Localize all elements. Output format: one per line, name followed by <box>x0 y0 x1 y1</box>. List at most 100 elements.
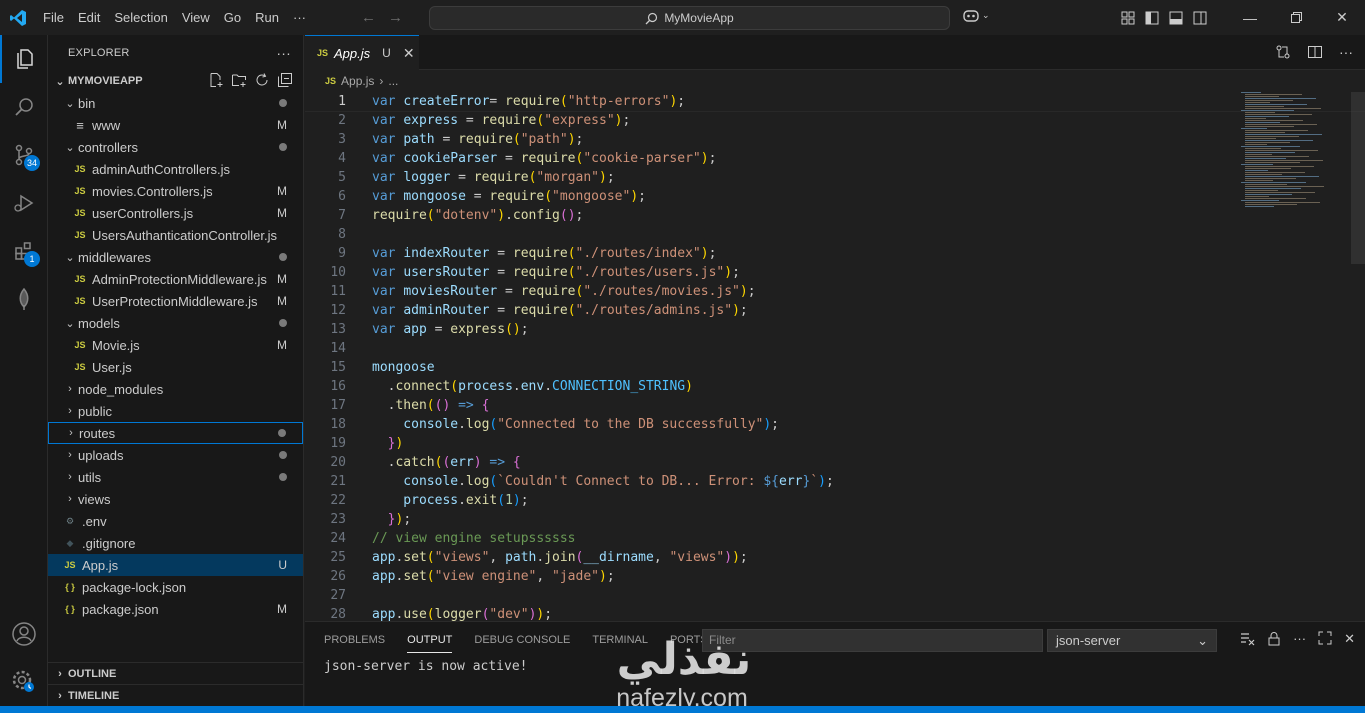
customize-layout-icon[interactable] <box>1121 11 1135 25</box>
close-icon[interactable]: ✕ <box>1344 631 1355 647</box>
code-line: 7 require("dotenv").config(); <box>305 206 1365 225</box>
text-file-icon: ≡ <box>76 117 84 133</box>
restore-button[interactable] <box>1273 0 1319 35</box>
code-editor[interactable]: 1 var createError= require("http-errors")… <box>305 92 1365 621</box>
minimap[interactable] <box>1241 92 1351 212</box>
tree-file[interactable]: JS AdminProtectionMiddleware.js M <box>48 268 303 290</box>
panel-tab[interactable]: PROBLEMS <box>324 634 385 646</box>
tree-file[interactable]: JS UserProtectionMiddleware.js M <box>48 290 303 312</box>
extensions-activity-button[interactable]: 1 <box>0 227 48 275</box>
close-window-button[interactable]: ✕ <box>1319 0 1365 35</box>
menu-item[interactable]: View <box>175 0 217 35</box>
tree-file[interactable]: JS userControllers.js M <box>48 202 303 224</box>
menu-item[interactable]: File <box>36 0 71 35</box>
toggle-primary-sidebar-icon[interactable] <box>1145 11 1159 25</box>
tree-folder[interactable]: › routes <box>48 422 303 444</box>
tree-item-label: .gitignore <box>82 535 136 551</box>
code-text: var express = require("express"); <box>372 113 631 128</box>
panel-tab[interactable]: OUTPUT <box>407 634 453 653</box>
tree-item-label: package-lock.json <box>82 579 187 595</box>
close-icon[interactable]: ✕ <box>403 45 415 62</box>
mongodb-activity-button[interactable] <box>0 275 48 323</box>
tree-file[interactable]: JS User.js <box>48 356 303 378</box>
js-file-icon: JS <box>74 230 86 240</box>
tree-file[interactable]: { } package-lock.json <box>48 576 303 598</box>
forward-arrow-icon[interactable]: → <box>388 9 403 26</box>
tree-file[interactable]: ⚙ .env <box>48 510 303 532</box>
code-text: app.set("view engine", "jade"); <box>372 569 615 584</box>
tree-file[interactable]: JS UsersAuthanticationController.js <box>48 224 303 246</box>
back-arrow-icon[interactable]: ← <box>361 9 376 26</box>
editor-scrollbar[interactable] <box>1351 92 1365 264</box>
tree-folder[interactable]: ⌄ middlewares <box>48 246 303 268</box>
search-icon <box>15 98 33 116</box>
tree-folder[interactable]: ⌄ models <box>48 312 303 334</box>
code-text: }); <box>372 512 412 527</box>
tree-file[interactable]: JS Movie.js M <box>48 334 303 356</box>
new-folder-icon[interactable] <box>231 72 247 88</box>
toggle-panel-icon[interactable] <box>1169 11 1183 25</box>
line-number: 21 <box>330 474 346 489</box>
menu-item[interactable]: Selection <box>107 0 174 35</box>
menu-item[interactable]: Edit <box>71 0 107 35</box>
collapse-all-icon[interactable] <box>277 72 293 88</box>
tree-file[interactable]: { } package.json M <box>48 598 303 620</box>
code-line: 3 var path = require("path"); <box>305 130 1365 149</box>
output-channel-select[interactable]: json-server ⌄ <box>1047 629 1217 652</box>
menu-item[interactable]: Run <box>248 0 286 35</box>
tree-folder[interactable]: ⌄ controllers <box>48 136 303 158</box>
search-activity-button[interactable] <box>0 83 48 131</box>
toggle-secondary-sidebar-icon[interactable] <box>1193 11 1207 25</box>
refresh-icon[interactable] <box>254 72 270 88</box>
tree-folder[interactable]: › public <box>48 400 303 422</box>
tree-file[interactable]: JS adminAuthControllers.js <box>48 158 303 180</box>
panel-tab[interactable]: DEBUG CONSOLE <box>474 634 570 646</box>
code-line: 14 <box>305 339 1365 358</box>
line-number: 14 <box>330 341 346 356</box>
tree-item-label: adminAuthControllers.js <box>92 161 231 177</box>
split-editor-icon[interactable] <box>1307 44 1323 60</box>
code-line: 9 var indexRouter = require("./routes/ind… <box>305 244 1365 263</box>
chevron-down-icon: ⌄ <box>1197 633 1208 648</box>
accounts-activity-button[interactable] <box>0 610 48 658</box>
tab-app-js[interactable]: JS App.js U ✕ <box>305 35 419 70</box>
breadcrumb-file[interactable]: App.js <box>341 74 374 88</box>
tree-item-label: views <box>78 491 111 507</box>
source-control-activity-button[interactable]: 34 <box>0 131 48 179</box>
tree-file[interactable]: ≡ www M <box>48 114 303 136</box>
more-actions-icon[interactable]: ··· <box>1339 44 1353 60</box>
command-center-search[interactable]: MyMovieApp <box>429 6 950 30</box>
copilot-button[interactable]: ⌄ <box>962 8 990 22</box>
tree-folder[interactable]: › views <box>48 488 303 510</box>
open-changes-icon[interactable] <box>1275 44 1291 60</box>
line-number: 22 <box>330 493 346 508</box>
clear-output-icon[interactable] <box>1240 631 1255 646</box>
more-actions-icon[interactable]: ··· <box>276 45 291 61</box>
tree-item-label: AdminProtectionMiddleware.js <box>92 271 267 287</box>
breadcrumb-symbols[interactable]: ... <box>388 74 398 88</box>
code-text: .then(() => { <box>372 398 490 413</box>
tree-item-label: public <box>78 403 112 419</box>
tree-file[interactable]: ◆ .gitignore <box>48 532 303 554</box>
outline-section-header[interactable]: › OUTLINE <box>48 662 304 684</box>
menu-item[interactable]: ··· <box>286 0 313 35</box>
git-status-badge: M <box>277 184 287 198</box>
tree-folder[interactable]: › node_modules <box>48 378 303 400</box>
menu-item[interactable]: Go <box>217 0 248 35</box>
tree-folder[interactable]: › utils <box>48 466 303 488</box>
timeline-section-header[interactable]: › TIMELINE <box>48 684 304 706</box>
line-number: 10 <box>330 265 346 280</box>
tree-file[interactable]: JS App.js U <box>48 554 303 576</box>
maximize-panel-icon[interactable] <box>1318 631 1332 645</box>
tree-folder[interactable]: › uploads <box>48 444 303 466</box>
more-actions-icon[interactable]: ··· <box>1293 631 1306 647</box>
manage-activity-button[interactable] <box>0 658 48 706</box>
workspace-folder-header[interactable]: ⌄ MYMOVIEAPP <box>48 70 303 92</box>
explorer-activity-button[interactable] <box>0 35 48 83</box>
minimize-button[interactable]: — <box>1227 0 1273 35</box>
tree-file[interactable]: JS movies.Controllers.js M <box>48 180 303 202</box>
new-file-icon[interactable] <box>208 72 224 88</box>
lock-scroll-icon[interactable] <box>1267 631 1281 646</box>
run-debug-activity-button[interactable] <box>0 179 48 227</box>
tree-folder[interactable]: ⌄ bin <box>48 92 303 114</box>
